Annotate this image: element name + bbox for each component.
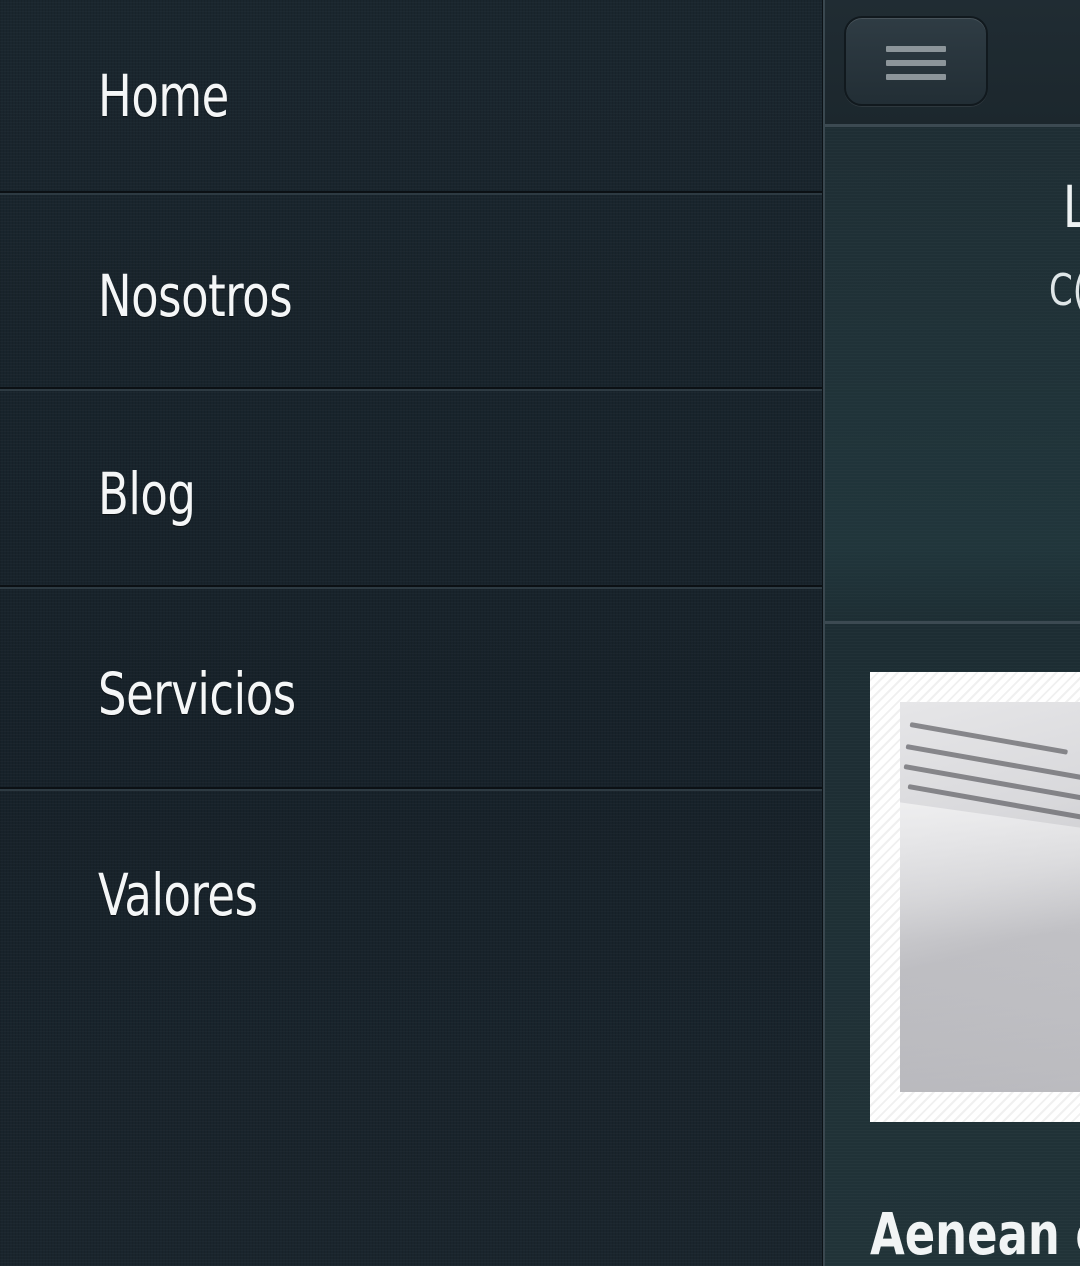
nav-item-label: Valores (98, 861, 258, 929)
divider (0, 191, 822, 195)
divider (0, 585, 822, 589)
nav-item-label: Blog (98, 460, 196, 528)
hamburger-menu-icon (886, 46, 946, 52)
article-title[interactable]: Aenean co (870, 1198, 1080, 1266)
nav-item-label: Home (98, 62, 229, 130)
nav-item-servicios[interactable]: Servicios (0, 596, 822, 791)
main-content: L C( Aenean co (825, 0, 1080, 1266)
nav-item-blog[interactable]: Blog (0, 394, 822, 589)
divider (0, 387, 822, 391)
hero-subtitle: C( (1049, 265, 1080, 316)
menu-toggle-button[interactable] (844, 16, 988, 106)
hamburger-menu-icon (886, 60, 946, 66)
hero-banner: L C( (825, 127, 1080, 624)
nav-item-valores[interactable]: Valores (0, 797, 822, 997)
app-screen: Home Nosotros Blog Servicios Valores C A… (0, 0, 1080, 1266)
nav-item-label: Nosotros (98, 262, 293, 330)
top-bar (825, 0, 1080, 127)
nav-item-nosotros[interactable]: Nosotros (0, 196, 822, 391)
hamburger-menu-icon (886, 74, 946, 80)
open-book-photo (900, 702, 1080, 1092)
nav-item-label: Servicios (98, 660, 296, 728)
photo-page-shade (900, 796, 1080, 1092)
nav-item-home[interactable]: Home (0, 0, 822, 195)
article-image-frame (870, 672, 1080, 1122)
hero-title: L (1063, 171, 1080, 243)
side-nav-drawer: Home Nosotros Blog Servicios Valores (0, 0, 822, 1266)
divider (0, 787, 822, 791)
